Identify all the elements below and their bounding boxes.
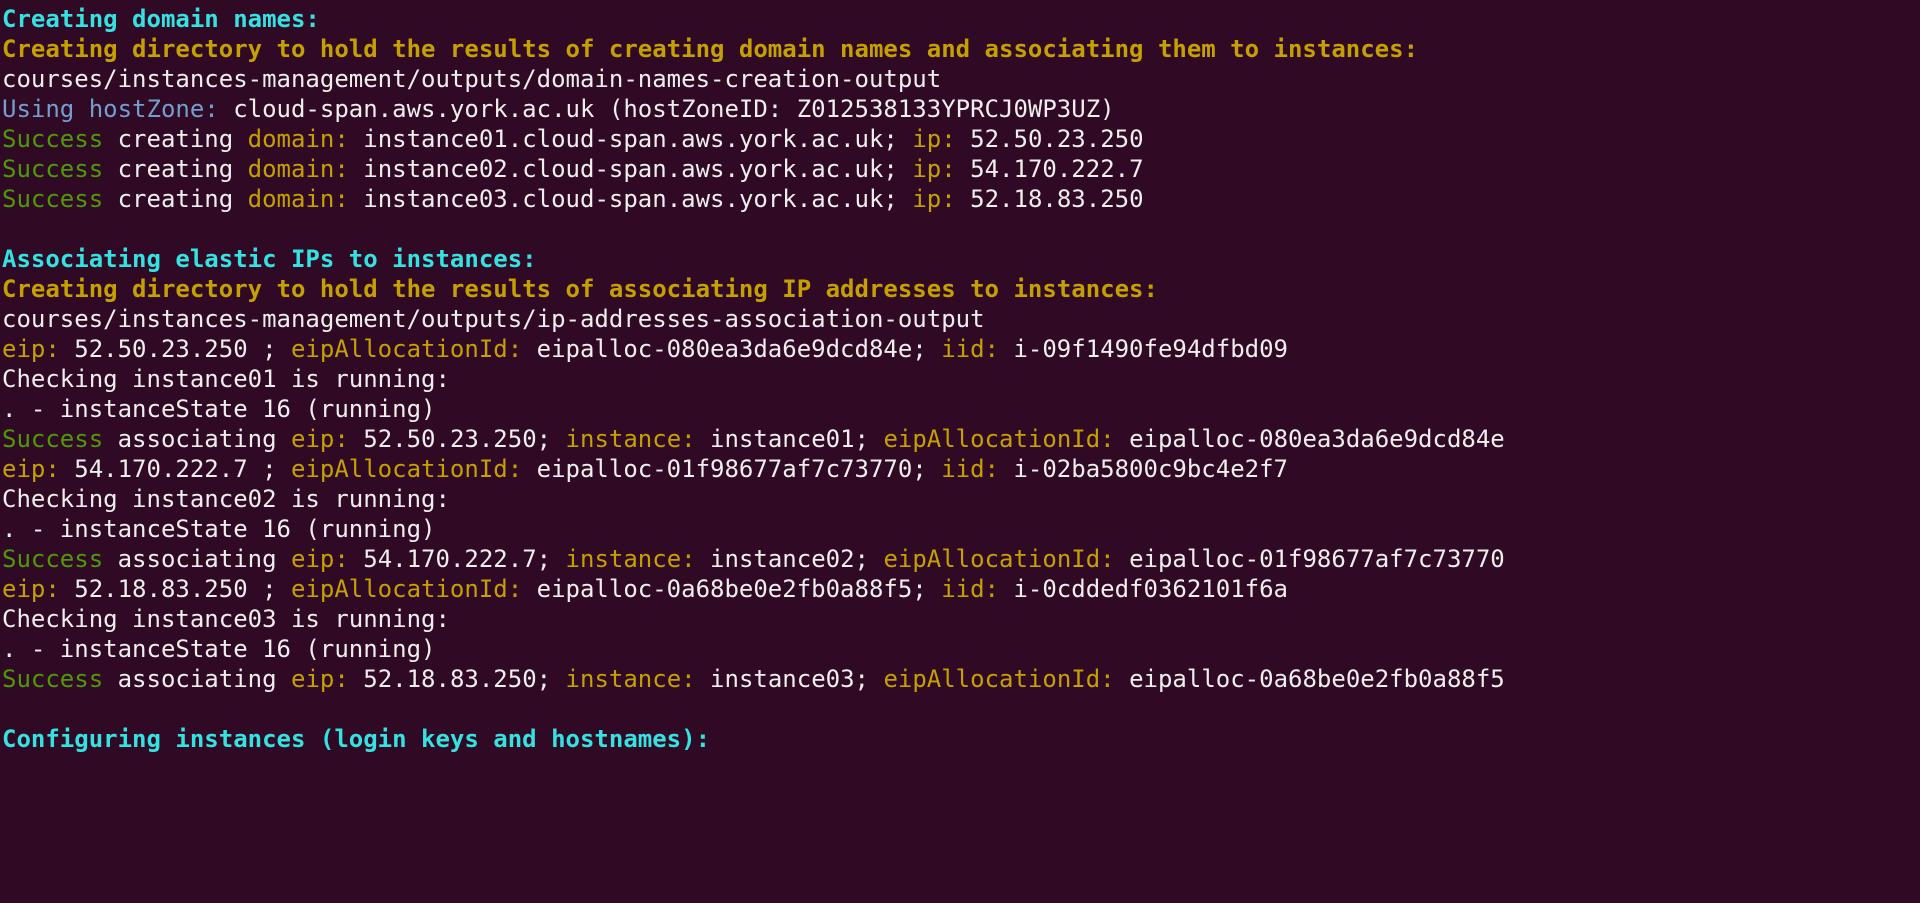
- label-alloc: eipAllocationId:: [883, 425, 1114, 453]
- status-success: Success: [2, 425, 103, 453]
- label-alloc: eipAllocationId:: [883, 665, 1114, 693]
- value-eip: 52.18.83.250 ;: [60, 575, 291, 603]
- value-domain: instance03.cloud-span.aws.york.ac.uk;: [349, 185, 913, 213]
- label-ip: ip:: [912, 125, 955, 153]
- status-success: Success: [2, 185, 103, 213]
- label-eip: eip:: [2, 455, 60, 483]
- text-creating: creating: [103, 155, 248, 183]
- label-ip: ip:: [912, 185, 955, 213]
- value-ip: 52.18.83.250: [956, 185, 1144, 213]
- section-header-domains: Creating domain names:: [2, 5, 320, 33]
- value-alloc: eipalloc-0a68be0e2fb0a88f5;: [522, 575, 941, 603]
- value-eip: 52.18.83.250;: [349, 665, 566, 693]
- value-alloc: eipalloc-080ea3da6e9dcd84e: [1115, 425, 1505, 453]
- label-alloc: eipAllocationId:: [883, 545, 1114, 573]
- output-path-domains: courses/instances-management/outputs/dom…: [2, 65, 941, 93]
- check-running: Checking instance02 is running:: [2, 485, 450, 513]
- value-alloc: eipalloc-01f98677af7c73770;: [522, 455, 941, 483]
- value-iid: i-02ba5800c9bc4e2f7: [999, 455, 1288, 483]
- text-associating: associating: [103, 665, 291, 693]
- label-instance: instance:: [566, 425, 696, 453]
- value-eip: 54.170.222.7 ;: [60, 455, 291, 483]
- instance-state: . - instanceState 16 (running): [2, 515, 435, 543]
- value-alloc: eipalloc-080ea3da6e9dcd84e;: [522, 335, 941, 363]
- value-ip: 54.170.222.7: [956, 155, 1144, 183]
- value-iid: i-0cddedf0362101f6a: [999, 575, 1288, 603]
- value-eip: 54.170.222.7;: [349, 545, 566, 573]
- terminal-output[interactable]: Creating domain names: Creating director…: [0, 0, 1920, 758]
- label-iid: iid:: [941, 575, 999, 603]
- value-instance: instance03;: [696, 665, 884, 693]
- label-alloc: eipAllocationId:: [291, 335, 522, 363]
- label-instance: instance:: [566, 665, 696, 693]
- label-alloc: eipAllocationId:: [291, 455, 522, 483]
- value-iid: i-09f1490fe94dfbd09: [999, 335, 1288, 363]
- text-creating: creating: [103, 185, 248, 213]
- label-eip: eip:: [291, 425, 349, 453]
- label-instance: instance:: [566, 545, 696, 573]
- label-iid: iid:: [941, 335, 999, 363]
- label-domain: domain:: [248, 125, 349, 153]
- label-domain: domain:: [248, 155, 349, 183]
- check-running: Checking instance01 is running:: [2, 365, 450, 393]
- output-path-eip: courses/instances-management/outputs/ip-…: [2, 305, 985, 333]
- status-success: Success: [2, 125, 103, 153]
- hostzone-value: cloud-span.aws.york.ac.uk (hostZoneID: Z…: [233, 95, 1114, 123]
- label-eip: eip:: [291, 545, 349, 573]
- value-eip: 52.50.23.250;: [349, 425, 566, 453]
- text-associating: associating: [103, 425, 291, 453]
- status-success: Success: [2, 545, 103, 573]
- label-iid: iid:: [941, 455, 999, 483]
- value-domain: instance01.cloud-span.aws.york.ac.uk;: [349, 125, 913, 153]
- label-domain: domain:: [248, 185, 349, 213]
- label-eip: eip:: [2, 335, 60, 363]
- section-subheader-eip: Creating directory to hold the results o…: [2, 275, 1158, 303]
- instance-state: . - instanceState 16 (running): [2, 635, 435, 663]
- section-header-eip: Associating elastic IPs to instances:: [2, 245, 537, 273]
- label-eip: eip:: [291, 665, 349, 693]
- value-alloc: eipalloc-01f98677af7c73770: [1115, 545, 1505, 573]
- value-instance: instance02;: [696, 545, 884, 573]
- label-alloc: eipAllocationId:: [291, 575, 522, 603]
- text-associating: associating: [103, 545, 291, 573]
- text-creating: creating: [103, 125, 248, 153]
- label-ip: ip:: [912, 155, 955, 183]
- instance-state: . - instanceState 16 (running): [2, 395, 435, 423]
- value-ip: 52.50.23.250: [956, 125, 1144, 153]
- value-domain: instance02.cloud-span.aws.york.ac.uk;: [349, 155, 913, 183]
- section-subheader-domains: Creating directory to hold the results o…: [2, 35, 1418, 63]
- section-header-config: Configuring instances (login keys and ho…: [2, 725, 710, 753]
- value-instance: instance01;: [696, 425, 884, 453]
- hostzone-label: Using hostZone:: [2, 95, 233, 123]
- status-success: Success: [2, 665, 103, 693]
- status-success: Success: [2, 155, 103, 183]
- label-eip: eip:: [2, 575, 60, 603]
- check-running: Checking instance03 is running:: [2, 605, 450, 633]
- value-eip: 52.50.23.250 ;: [60, 335, 291, 363]
- value-alloc: eipalloc-0a68be0e2fb0a88f5: [1115, 665, 1505, 693]
